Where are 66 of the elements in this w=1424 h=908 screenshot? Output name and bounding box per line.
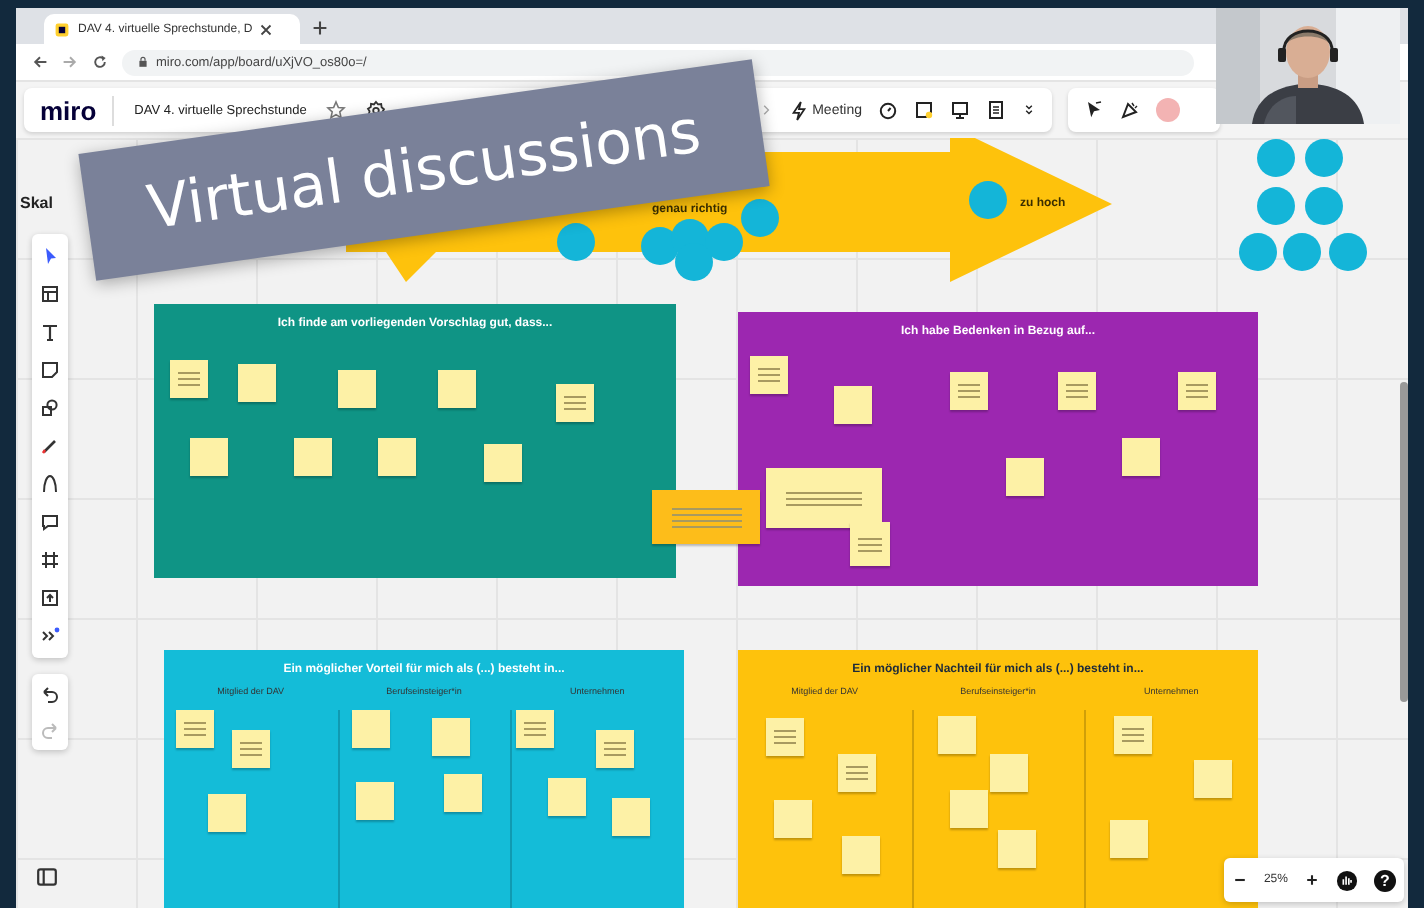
reload-icon[interactable] xyxy=(92,54,108,70)
voting-dot[interactable] xyxy=(641,227,679,265)
user-avatar[interactable] xyxy=(1156,98,1180,122)
star-icon[interactable] xyxy=(326,100,347,120)
sticky-note[interactable] xyxy=(1178,372,1216,410)
pen-icon[interactable] xyxy=(40,436,60,456)
upload-icon[interactable] xyxy=(40,588,60,608)
sticky-note[interactable] xyxy=(176,710,214,748)
zoom-in-icon[interactable] xyxy=(1303,872,1320,888)
sticky-note[interactable] xyxy=(652,490,760,544)
sticky-note[interactable] xyxy=(850,522,890,566)
undo-icon[interactable] xyxy=(40,684,60,704)
sticky-note[interactable] xyxy=(232,730,270,768)
voting-dot[interactable] xyxy=(969,181,1007,219)
shapes-icon[interactable] xyxy=(40,398,60,418)
sticky-note-icon[interactable] xyxy=(914,100,934,120)
close-icon[interactable] xyxy=(260,23,273,35)
help-button[interactable]: ? xyxy=(1373,869,1396,891)
sticky-note-icon[interactable] xyxy=(40,360,60,380)
lock-icon xyxy=(138,56,148,68)
sticky-note[interactable] xyxy=(838,754,876,792)
sticky-note[interactable] xyxy=(1058,372,1096,410)
party-icon[interactable] xyxy=(1120,100,1140,120)
sticky-note[interactable] xyxy=(556,384,594,422)
voting-dot[interactable] xyxy=(1305,139,1343,177)
notes-icon[interactable] xyxy=(986,100,1006,120)
scale-label: Skal xyxy=(20,194,53,212)
sticky-note[interactable] xyxy=(750,356,788,394)
more-tools-icon[interactable] xyxy=(40,626,60,646)
lightning-icon xyxy=(790,99,809,121)
template-icon[interactable] xyxy=(40,284,60,304)
voting-dot[interactable] xyxy=(1257,187,1295,225)
forward-icon[interactable] xyxy=(62,54,78,70)
sticky-note[interactable] xyxy=(950,372,988,410)
timer-icon[interactable] xyxy=(878,100,898,120)
app-logo[interactable]: miro xyxy=(40,95,115,125)
presentation-icon[interactable] xyxy=(950,100,970,120)
voting-dot[interactable] xyxy=(557,223,595,261)
voting-dot[interactable] xyxy=(705,223,743,261)
voting-dot[interactable] xyxy=(1329,233,1367,271)
voting-dot[interactable] xyxy=(1257,139,1295,177)
sticky-note[interactable] xyxy=(1114,716,1152,754)
chevron-icon[interactable] xyxy=(760,100,775,120)
cursor-icon[interactable] xyxy=(1084,100,1104,120)
comment-icon[interactable] xyxy=(40,512,60,532)
text-icon[interactable] xyxy=(40,322,60,342)
line-icon[interactable] xyxy=(40,474,60,494)
favicon-icon xyxy=(54,21,70,37)
sticky-note[interactable] xyxy=(766,718,804,756)
sticky-note[interactable] xyxy=(516,710,554,748)
sticky-note[interactable] xyxy=(170,360,208,398)
scrollbar[interactable] xyxy=(1400,382,1408,702)
double-chevron-icon[interactable] xyxy=(1022,100,1036,120)
back-icon[interactable] xyxy=(32,54,48,70)
new-tab-icon[interactable] xyxy=(312,20,328,36)
pointer-icon[interactable] xyxy=(40,246,60,266)
voting-dot[interactable] xyxy=(675,243,713,281)
voting-dot[interactable] xyxy=(1239,233,1277,271)
frame-icon[interactable] xyxy=(40,550,60,570)
sidebar-icon[interactable] xyxy=(36,866,58,888)
voting-dot[interactable] xyxy=(1305,187,1343,225)
sticky-note[interactable] xyxy=(766,468,882,528)
voting-dot[interactable] xyxy=(741,199,779,237)
redo-icon[interactable] xyxy=(40,720,60,740)
sticky-note[interactable] xyxy=(596,730,634,768)
voting-dot[interactable] xyxy=(1283,233,1321,271)
